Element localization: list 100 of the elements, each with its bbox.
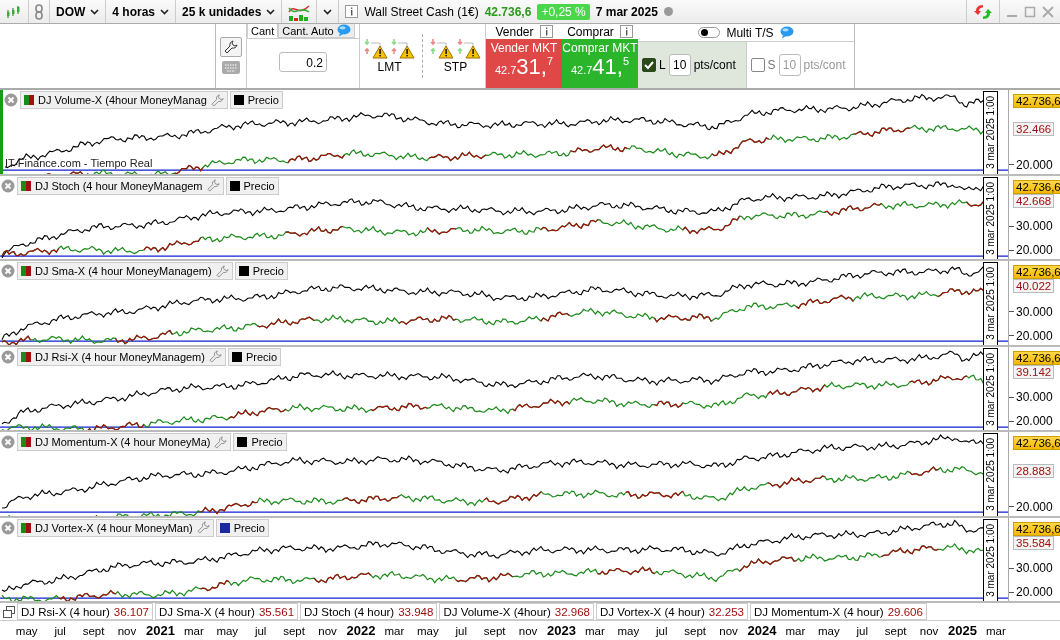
indicator-legend[interactable]: DJ Vortex-X (4 hour MoneyMan) [17, 518, 214, 537]
limit-order-button[interactable]: LMT [363, 38, 416, 74]
axis-date-label: may [415, 624, 440, 637]
close-icon[interactable] [1, 520, 15, 535]
indicator-value: 29.606 [887, 605, 923, 618]
checkbox-label: S [767, 58, 776, 72]
close-icon[interactable] [4, 93, 18, 107]
indicator-legend[interactable]: DJ Stoch (4 hour MoneyManagem [17, 176, 224, 195]
axis-date-label: mar [383, 624, 406, 637]
sell-header: Vender [495, 24, 534, 39]
legend-entry[interactable]: DJ Vortex-X (4 hour) 32.253 [595, 603, 748, 620]
indicator-name: DJ Rsi-X (4 hour) [21, 605, 110, 618]
legend-entry[interactable]: DJ Momentum-X (4 hour) 29.606 [749, 603, 927, 620]
axis-date-label: sept [883, 624, 908, 637]
close-icon[interactable] [1, 435, 15, 449]
caret-icon [90, 8, 100, 15]
axis-date-label: may [816, 624, 841, 637]
price-legend[interactable]: Precio [229, 91, 283, 109]
indicator-name: DJ Rsi-X (4 hour MoneyManagem) [35, 350, 205, 363]
wrench-icon[interactable] [206, 179, 220, 192]
info-icon[interactable] [619, 25, 633, 38]
unit-label: pts/cont [803, 58, 846, 72]
close-icon[interactable] [1, 264, 15, 278]
settings-button[interactable] [220, 37, 242, 57]
axis-date-label: mar [784, 624, 807, 637]
indicator-legend[interactable]: DJ Momentum-X (4 hour MoneyMa) [17, 433, 232, 451]
axis-date-label: mar [985, 624, 1007, 637]
indicator-value: 32.968 [554, 605, 590, 618]
date-label: 3 mar 2025 1:00 [983, 518, 998, 601]
sell-button[interactable]: Vender MKT 42.731,$^{7}$ [486, 39, 562, 88]
axis-date-label: sept [482, 624, 507, 637]
price-badge: 42.736,6 [1013, 179, 1060, 194]
refresh-icon[interactable] [973, 2, 993, 21]
timeframe-dropdown[interactable]: 4 horas [106, 0, 176, 23]
caret-icon [266, 8, 276, 15]
maximize-icon[interactable] [1024, 5, 1036, 18]
close-icon[interactable] [1, 349, 15, 364]
window-icon[interactable] [3, 605, 15, 618]
checkbox[interactable] [642, 58, 656, 72]
link-icon [35, 3, 43, 20]
units-dropdown[interactable]: 25 k unidades [176, 0, 283, 23]
legend-entry[interactable]: DJ Rsi-X (4 hour) 36.107 [17, 603, 153, 620]
series-name: Precio [252, 265, 284, 277]
axis-tick-label: 20.000 [1016, 414, 1053, 428]
color-swatch-icon [21, 351, 31, 362]
value-badge: 28.883 [1013, 464, 1055, 478]
caret-icon [323, 8, 333, 15]
indicator-name: DJ Volume-X (4hour MoneyManag [38, 94, 207, 106]
quantity-tab[interactable]: Cant. Auto [278, 24, 355, 38]
quantity-field[interactable]: 0.2 [279, 52, 327, 72]
date-label: 3 mar 2025 1:00 [983, 262, 998, 345]
price-legend[interactable]: Precio [233, 433, 287, 451]
axis-date-label: sept [683, 624, 707, 637]
points-field[interactable]: 10 [668, 54, 691, 76]
legend-entry[interactable]: DJ Volume-X (4hour) 32.968 [439, 603, 594, 620]
indicator-value: 35.561 [258, 605, 295, 618]
indicator-legend[interactable]: DJ Rsi-X (4 hour MoneyManagem) [17, 347, 226, 366]
indicator-name: DJ Vortex-X (4 hour MoneyMan) [35, 521, 193, 534]
unit-label: pts/cont [693, 58, 736, 72]
keyboard-icon[interactable] [222, 61, 240, 74]
axis-tick-label: 20.000 [1016, 328, 1053, 343]
quantity-tab[interactable]: Cant [247, 24, 279, 38]
indicator-name: DJ Stoch (4 hour MoneyManagem [35, 179, 203, 192]
legend-entry[interactable]: DJ Stoch (4 hour) 33.948 [300, 603, 438, 620]
indicator-legend[interactable]: DJ Volume-X (4hour MoneyManag [20, 91, 228, 109]
close-icon[interactable] [1, 178, 15, 193]
price-legend[interactable]: Precio [227, 347, 282, 366]
indicator-value: 36.107 [113, 605, 149, 618]
price-badge: 42.736,6 [1013, 521, 1060, 536]
axis-date-label: may [14, 624, 39, 637]
wrench-icon[interactable] [210, 93, 224, 107]
chat-bubble-icon[interactable] [779, 26, 794, 39]
value-badge: 40.022 [1013, 279, 1055, 293]
legend-entry[interactable]: DJ Sma-X (4 hour) 35.561 [155, 603, 299, 620]
wrench-icon[interactable] [215, 264, 229, 278]
instrument-dropdown[interactable]: DOW [50, 0, 107, 23]
color-swatch-icon [21, 437, 31, 447]
info-icon[interactable] [345, 5, 359, 18]
axis-date-label: nov [918, 624, 940, 637]
wrench-icon[interactable] [196, 521, 210, 534]
info-icon[interactable] [539, 25, 553, 38]
price-legend[interactable]: Precio [225, 176, 279, 195]
price-legend[interactable]: Precio [234, 262, 288, 280]
close-icon[interactable] [1042, 5, 1054, 18]
indicator-legend[interactable]: DJ Sma-X (4 hour MoneyManagem) [17, 262, 233, 280]
color-swatch-icon [21, 180, 31, 191]
price-legend[interactable]: Precio [215, 518, 269, 537]
price-badge: 42.736,6 [1013, 436, 1060, 450]
wrench-icon[interactable] [208, 350, 222, 363]
buy-header: Comprar [567, 24, 614, 39]
series-name: Precio [243, 179, 275, 192]
stop-order-button[interactable]: STP [429, 38, 482, 74]
axis-date-label: nov [718, 624, 739, 637]
chat-bubble-icon[interactable] [336, 24, 351, 37]
indicator-value: 32.253 [708, 605, 744, 618]
axis-tick-label: 20.000 [1016, 157, 1053, 172]
wrench-icon[interactable] [214, 435, 228, 449]
axis-tick-label: 30.000 [1016, 304, 1053, 319]
series-name: Precio [245, 350, 278, 363]
multi-ts-label: Multi T/S [726, 25, 774, 40]
